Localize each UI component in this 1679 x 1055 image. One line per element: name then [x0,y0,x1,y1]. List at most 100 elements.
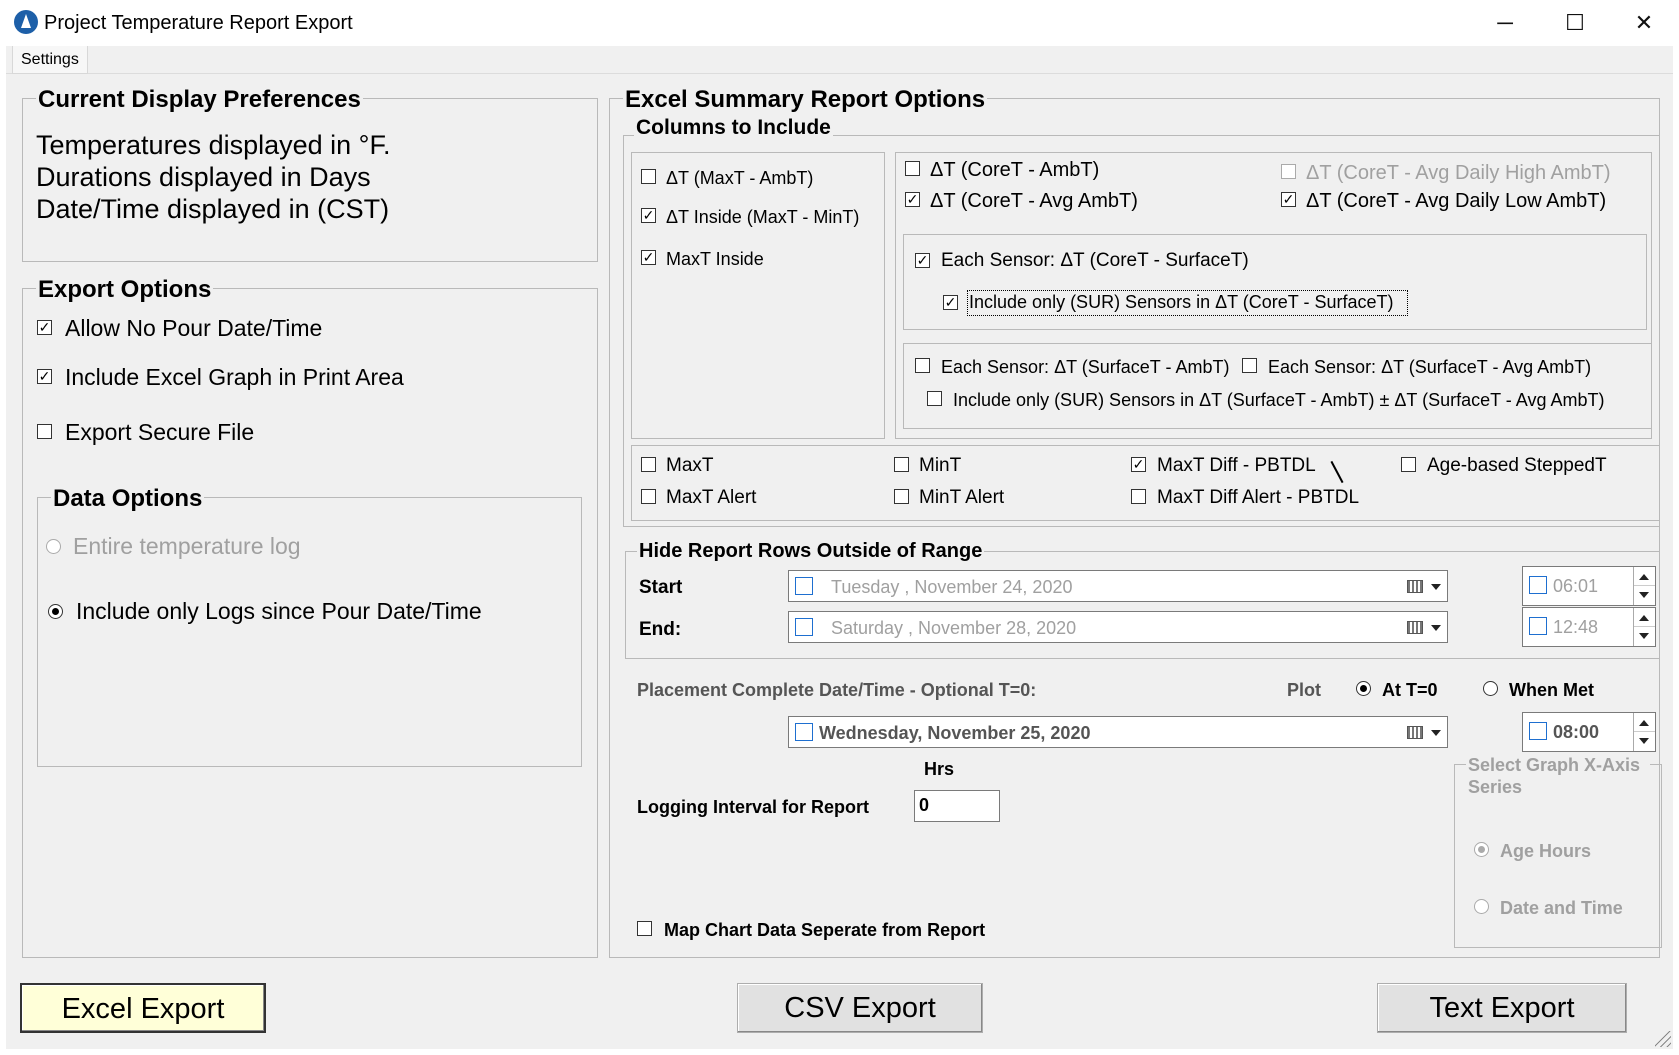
text-export-button[interactable]: Text Export [1377,983,1627,1033]
export-secure-file-checkbox[interactable] [37,424,52,439]
plot-at-t0-radio[interactable] [1356,681,1371,696]
dt-core-amb-label: ΔT (CoreT - AmbT) [930,159,1100,181]
dt-core-avg-amb-checkbox[interactable]: ✓ [905,192,920,207]
datetime-zone-text: Date/Time displayed in (CST) [36,194,390,224]
maxt-alert-label: MaxT Alert [666,487,757,508]
end-date-picker[interactable]: Saturday , November 28, 2020 [788,611,1448,643]
since-pour-radio[interactable] [48,604,63,619]
start-time-picker[interactable]: 06:01 [1522,566,1656,606]
start-date-picker[interactable]: Tuesday , November 24, 2020 [788,570,1448,602]
chevron-down-icon[interactable] [1431,730,1441,736]
plot-when-met-label: When Met [1509,680,1594,700]
maxt-diff-checkbox[interactable]: ✓ [1131,457,1146,472]
only-sur-surface-label: Include only (SUR) Sensors in ΔT (Surfac… [953,390,1605,410]
plot-at-t0-label: At T=0 [1382,680,1438,700]
each-core-surface-checkbox[interactable]: ✓ [915,253,930,268]
maxt-label: MaxT [666,455,714,476]
calendar-icon[interactable] [1407,726,1423,739]
only-sur-core-surface-checkbox[interactable]: ✓ [943,295,958,310]
chevron-down-icon[interactable] [1431,584,1441,590]
placement-label: Placement Complete Date/Time - Optional … [637,680,1037,700]
each-surface-avg-amb-checkbox[interactable] [1242,358,1257,373]
csv-export-button[interactable]: CSV Export [737,983,983,1033]
dt-core-avg-high-label: ΔT (CoreT - Avg Daily High AmbT) [1306,162,1611,184]
start-date-enable-checkbox[interactable] [795,577,813,595]
each-core-surface-label: Each Sensor: ΔT (CoreT - SurfaceT) [941,250,1249,271]
end-time-picker[interactable]: 12:48 [1522,607,1656,647]
x-axis-series-heading: Select Graph X-Axis Series [1466,754,1650,798]
dt-core-avg-low-label: ΔT (CoreT - Avg Daily Low AmbT) [1306,190,1607,212]
duration-unit-text: Durations displayed in Days [36,162,371,192]
calendar-icon[interactable] [1407,621,1423,634]
dt-inside-checkbox[interactable]: ✓ [641,208,656,223]
surface-columns-box [903,343,1652,429]
map-chart-checkbox[interactable] [637,921,652,936]
mint-checkbox[interactable] [894,457,909,472]
window-title: Project Temperature Report Export [44,12,353,34]
maxt-alert-checkbox[interactable] [641,489,656,504]
only-sur-core-surface-label: Include only (SUR) Sensors in ΔT (CoreT … [969,292,1394,312]
dt-maxt-ambt-checkbox[interactable] [641,169,656,184]
app-logo-icon [14,10,38,34]
dt-core-avg-low-checkbox[interactable]: ✓ [1281,192,1296,207]
plot-when-met-radio[interactable] [1483,681,1498,696]
maxt-inside-checkbox[interactable]: ✓ [641,250,656,265]
end-time-spinner[interactable] [1633,608,1655,646]
placement-time-value: 08:00 [1553,722,1600,742]
maxt-diff-label: MaxT Diff - PBTDL [1157,455,1316,476]
allow-no-pour-checkbox[interactable]: ✓ [37,320,52,335]
since-pour-label: Include only Logs since Pour Date/Time [76,598,482,624]
maxt-diff-alert-label: MaxT Diff Alert - PBTDL [1157,487,1360,508]
end-label: End: [639,619,682,640]
entire-log-label: Entire temperature log [73,533,301,559]
placement-date-enable-checkbox[interactable] [795,723,813,741]
basic-columns-box [631,152,885,439]
age-hours-radio[interactable] [1474,842,1489,857]
allow-no-pour-label: Allow No Pour Date/Time [65,315,323,341]
include-excel-graph-label: Include Excel Graph in Print Area [65,364,404,390]
placement-time-picker[interactable]: 08:00 [1522,712,1656,752]
end-time-enable-checkbox[interactable] [1529,617,1547,635]
maxt-checkbox[interactable] [641,457,656,472]
dt-core-amb-checkbox[interactable] [905,161,920,176]
age-hours-label: Age Hours [1500,841,1592,861]
calendar-icon[interactable] [1407,580,1423,593]
age-stepped-label: Age-based SteppedT [1427,455,1607,476]
only-sur-surface-checkbox[interactable] [927,391,942,406]
minimize-button[interactable]: ─ [1470,0,1540,46]
end-date-enable-checkbox[interactable] [795,618,813,636]
maxt-diff-alert-checkbox[interactable] [1131,489,1146,504]
export-options-heading: Export Options [36,276,214,304]
dt-core-avg-high-checkbox[interactable] [1281,164,1296,179]
columns-heading: Columns to Include [634,116,833,140]
date-and-time-radio[interactable] [1474,899,1489,914]
close-button[interactable]: ✕ [1609,0,1679,46]
chevron-down-icon[interactable] [1431,625,1441,631]
logging-interval-input[interactable]: 0 [914,790,1000,822]
hrs-label: Hrs [924,759,955,779]
placement-date-picker[interactable]: Wednesday, November 25, 2020 [788,716,1448,748]
dt-core-avg-amb-label: ΔT (CoreT - Avg AmbT) [930,190,1138,212]
each-surface-amb-checkbox[interactable] [915,358,930,373]
placement-time-spinner[interactable] [1633,713,1655,751]
start-time-value: 06:01 [1553,576,1599,596]
mint-alert-checkbox[interactable] [894,489,909,504]
resize-grip-icon[interactable] [1655,1031,1671,1047]
age-stepped-checkbox[interactable] [1401,457,1416,472]
dt-maxt-ambt-label: ΔT (MaxT - AmbT) [666,168,814,188]
start-date-value: Tuesday , November 24, 2020 [831,577,1073,597]
include-excel-graph-checkbox[interactable]: ✓ [37,369,52,384]
entire-log-radio[interactable] [46,539,61,554]
maximize-button[interactable]: ☐ [1540,0,1610,46]
start-time-spinner[interactable] [1633,567,1655,605]
end-date-value: Saturday , November 28, 2020 [831,618,1077,638]
end-time-value: 12:48 [1553,617,1599,637]
excel-export-button[interactable]: Excel Export [20,983,266,1033]
start-time-enable-checkbox[interactable] [1529,576,1547,594]
logging-interval-label: Logging Interval for Report [637,797,869,817]
menu-settings[interactable]: Settings [12,46,88,74]
start-label: Start [639,577,683,598]
map-chart-label: Map Chart Data Seperate from Report [664,920,986,940]
placement-time-enable-checkbox[interactable] [1529,722,1547,740]
data-options-heading: Data Options [51,485,205,513]
